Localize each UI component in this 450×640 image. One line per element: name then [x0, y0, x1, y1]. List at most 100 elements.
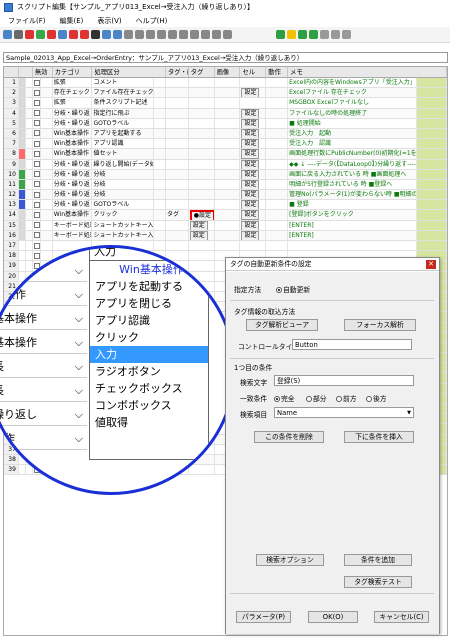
action-cell[interactable]: 設定	[240, 139, 267, 149]
image-cell[interactable]: 設定	[189, 230, 215, 240]
row-number[interactable]: 7	[4, 139, 19, 149]
process-cell[interactable]: GOTOラベル	[92, 200, 155, 210]
table-row[interactable]: 5 分岐・繰り返し GOTOラベル 設定 ■ 処理開始	[4, 118, 447, 129]
row-number[interactable]: 5	[4, 118, 19, 128]
table-row[interactable]: 13 分岐・繰り返し GOTOラベル 設定 ■ 登録	[4, 200, 447, 211]
image-cell[interactable]	[189, 169, 215, 179]
move-up-icon[interactable]	[102, 30, 111, 39]
disabled-checkbox[interactable]	[33, 118, 41, 128]
image-cell[interactable]	[189, 88, 215, 98]
disabled-checkbox[interactable]	[33, 108, 41, 118]
tag-image-cell[interactable]	[166, 118, 189, 128]
action-cell[interactable]: 設定	[240, 200, 267, 210]
menu-file[interactable]: ファイル(F)	[8, 16, 46, 26]
close-icon[interactable]: ✕	[426, 260, 436, 269]
memo-cell[interactable]: 受注入力 認識	[288, 139, 418, 149]
category-cell[interactable]: Win基本操作	[53, 149, 93, 159]
row-number[interactable]: 3	[4, 98, 19, 108]
print-icon[interactable]	[14, 30, 23, 39]
category-cell[interactable]: 分岐・繰り返し	[53, 179, 93, 190]
checkbox[interactable]	[33, 150, 40, 157]
cancel-button[interactable]: キャンセル(C)	[374, 611, 429, 623]
disabled-checkbox[interactable]	[33, 230, 41, 240]
row-number[interactable]: 10	[4, 169, 19, 179]
checkbox[interactable]	[33, 89, 40, 96]
memo-cell[interactable]: Excelファイル 存在チェック	[288, 88, 418, 98]
checkbox[interactable]	[33, 191, 40, 198]
action-cell[interactable]: 設定	[240, 159, 267, 169]
menu-view[interactable]: 表示(V)	[97, 16, 121, 26]
dropdown-option[interactable]: 値取得	[90, 414, 208, 431]
category-cell[interactable]: Win基本操作	[53, 128, 93, 139]
save-icon[interactable]	[3, 30, 12, 39]
disabled-checkbox[interactable]	[33, 200, 41, 210]
replace-icon[interactable]	[179, 30, 188, 39]
cut-icon[interactable]	[47, 30, 56, 39]
image-cell[interactable]	[189, 139, 215, 149]
dropdown-option[interactable]: アプリを起動する	[90, 278, 208, 295]
table-row[interactable]: 9 分岐・繰り返し繰り返し開始(データ処... 設定 ◆◆ ↓ ----データ(【Da…	[4, 159, 447, 170]
list-icon[interactable]	[223, 30, 232, 39]
memo-cell[interactable]: 画面に戻る入力されている 時 ■画面処理へ	[288, 169, 418, 179]
memo-cell[interactable]: ◆◆ ↓ ----データ(【DataLoop0】)分繰り返す----...	[288, 159, 418, 169]
settings-icon[interactable]	[190, 30, 199, 39]
tag-image-cell[interactable]	[166, 88, 189, 98]
action-cell[interactable]	[240, 78, 267, 88]
process-cell[interactable]: アプリ認識	[92, 139, 155, 149]
process-cell[interactable]: 繰り返し開始(データ処...	[92, 159, 155, 169]
category-cell[interactable]: キーボード処理	[53, 220, 93, 230]
checkbox[interactable]	[33, 161, 40, 167]
disabled-checkbox[interactable]	[33, 179, 41, 190]
run-from-icon[interactable]	[298, 30, 307, 39]
disabled-checkbox[interactable]	[33, 241, 41, 251]
category-cell[interactable]: 分岐・繰り返し	[53, 200, 93, 210]
category-cell[interactable]: 分岐・繰り返し	[53, 108, 93, 118]
tag-image-cell[interactable]	[166, 179, 189, 190]
copy-icon[interactable]	[58, 30, 67, 39]
row-number[interactable]: 8	[4, 149, 19, 159]
table-row[interactable]: 15 キーボード処理 ショートカットキー入力 設定 設定 [ENTER]	[4, 220, 447, 231]
action-cell[interactable]: 設定	[240, 220, 267, 230]
action-cell[interactable]: 設定	[240, 179, 267, 190]
row-number[interactable]: 39	[4, 465, 19, 475]
tag-image-cell[interactable]	[166, 98, 189, 108]
image-cell[interactable]: 設定	[189, 220, 215, 230]
add-row-icon[interactable]	[36, 30, 45, 39]
record-icon[interactable]	[80, 30, 89, 39]
match-suffix-radio[interactable]: 後方	[366, 393, 387, 403]
process-cell[interactable]: ショートカットキー入力	[92, 220, 155, 230]
memo-cell[interactable]	[288, 241, 418, 251]
process-cell[interactable]: クリック	[92, 210, 155, 220]
action-cell[interactable]: 設定	[240, 190, 267, 200]
comment-icon[interactable]	[146, 30, 155, 39]
uncomment-icon[interactable]	[157, 30, 166, 39]
image-cell[interactable]	[189, 118, 215, 128]
table-row[interactable]: 12 分岐・繰り返し 分岐 設定 管理No(パラメータ(1)が変わらない時 ■明細の..…	[4, 190, 447, 201]
memo-cell[interactable]: [ENTER]	[288, 230, 418, 240]
process-cell[interactable]: 分岐	[92, 190, 155, 200]
disabled-checkbox[interactable]	[33, 159, 41, 169]
disabled-checkbox[interactable]	[33, 190, 41, 200]
dropdown-option[interactable]: チェックボックス	[90, 380, 208, 397]
ok-button[interactable]: OK(O)	[308, 611, 358, 623]
run-selected-icon[interactable]	[309, 30, 318, 39]
tag-image-cell[interactable]	[166, 159, 189, 169]
row-number[interactable]: 2	[4, 88, 19, 98]
delete-condition-button[interactable]: この条件を削除	[254, 431, 324, 443]
checkbox[interactable]	[33, 222, 40, 229]
image-cell[interactable]	[189, 98, 215, 108]
variable-icon[interactable]	[212, 30, 221, 39]
category-cell[interactable]: 存在チェック	[53, 88, 93, 98]
table-row[interactable]: 8 Win基本操作 値セット 設定 画面処理行数にPublicNumber(0)初期化(…	[4, 149, 447, 160]
action-cell[interactable]: 設定	[240, 128, 267, 139]
menu-help[interactable]: ヘルプ(H)	[136, 16, 168, 26]
action-cell[interactable]: 設定	[240, 210, 267, 220]
memo-cell[interactable]: [登録]ボタンをクリック	[288, 210, 418, 220]
checkbox[interactable]	[33, 120, 40, 127]
row-number[interactable]: 17	[4, 241, 19, 251]
action-cell[interactable]: 設定	[240, 230, 267, 240]
table-row[interactable]: 14 Win基本操作 クリック タグ ●設定 設定 [登録]ボタンをクリック	[4, 210, 447, 221]
run-icon[interactable]	[276, 30, 285, 39]
checkbox[interactable]	[33, 181, 40, 188]
category-cell[interactable]: キーボード処理	[53, 230, 93, 240]
